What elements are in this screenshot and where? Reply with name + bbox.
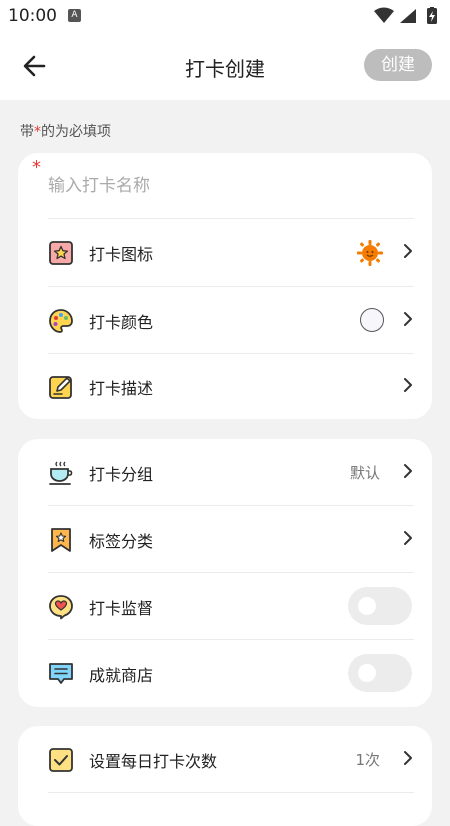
chevron-right-icon: [404, 378, 412, 392]
row-tag-category[interactable]: 标签分类: [48, 506, 414, 572]
create-button[interactable]: 创建: [364, 49, 432, 81]
row-label: 打卡分组: [89, 465, 154, 484]
row-checkin-description[interactable]: 打卡描述: [48, 353, 414, 419]
divider: [48, 792, 414, 793]
chevron-right-icon: [404, 244, 412, 258]
heart-bubble-icon: [49, 595, 73, 620]
system-status-icons: [374, 7, 437, 24]
hint-suffix: 的为必填项: [41, 124, 111, 140]
star-frame-icon: [49, 241, 73, 265]
row-achievement-store: 成就商店: [48, 640, 414, 706]
basic-info-card: * 打卡图标: [18, 153, 432, 419]
app-header: 打卡创建 创建: [0, 32, 450, 100]
required-hint: 带*的为必填项: [20, 121, 111, 141]
toggle-knob: [358, 597, 376, 615]
pencil-note-icon: [49, 376, 72, 399]
row-checkin-color[interactable]: 打卡颜色: [48, 287, 414, 353]
achievement-store-toggle[interactable]: [348, 654, 412, 692]
row-label: 打卡图标: [89, 245, 154, 264]
chat-card-icon: [49, 663, 73, 684]
row-checkin-group[interactable]: 打卡分组 默认: [48, 439, 414, 505]
row-value: 默认: [349, 464, 380, 482]
palette-icon: [49, 309, 73, 333]
row-label: 标签分类: [89, 532, 154, 551]
row-label: 设置每日打卡次数: [89, 752, 218, 771]
chevron-right-icon: [404, 531, 412, 545]
daily-count-card: 设置每日打卡次数 1次: [18, 726, 432, 826]
notification-icon: A: [68, 9, 81, 22]
row-label: 打卡描述: [89, 379, 154, 398]
row-label: 打卡颜色: [89, 313, 154, 332]
supervision-toggle[interactable]: [348, 587, 412, 625]
row-daily-count[interactable]: 设置每日打卡次数 1次: [48, 726, 414, 792]
color-swatch: [360, 308, 384, 332]
row-checkin-icon[interactable]: 打卡图标: [48, 219, 414, 285]
row-label: 打卡监督: [89, 599, 154, 618]
hint-star: *: [34, 124, 41, 140]
checkbox-icon: [49, 748, 73, 772]
row-label: 成就商店: [89, 666, 154, 685]
status-time: 10:00: [8, 6, 57, 26]
settings-card: 打卡分组 默认 标签分类 打卡监督 成就商店: [18, 439, 432, 707]
row-checkin-supervision: 打卡监督: [48, 573, 414, 639]
hint-prefix: 带: [20, 124, 34, 140]
toggle-knob: [358, 664, 376, 682]
bookmark-icon: [51, 528, 71, 552]
required-mark: *: [32, 157, 41, 178]
chevron-right-icon: [404, 312, 412, 326]
chevron-right-icon: [404, 464, 412, 478]
chevron-right-icon: [404, 751, 412, 765]
sun-icon: [357, 240, 383, 266]
row-value: 1次: [355, 751, 380, 769]
cup-icon: [49, 461, 73, 485]
status-bar: 10:00 A: [0, 0, 450, 32]
checkin-name-input[interactable]: [48, 168, 408, 204]
